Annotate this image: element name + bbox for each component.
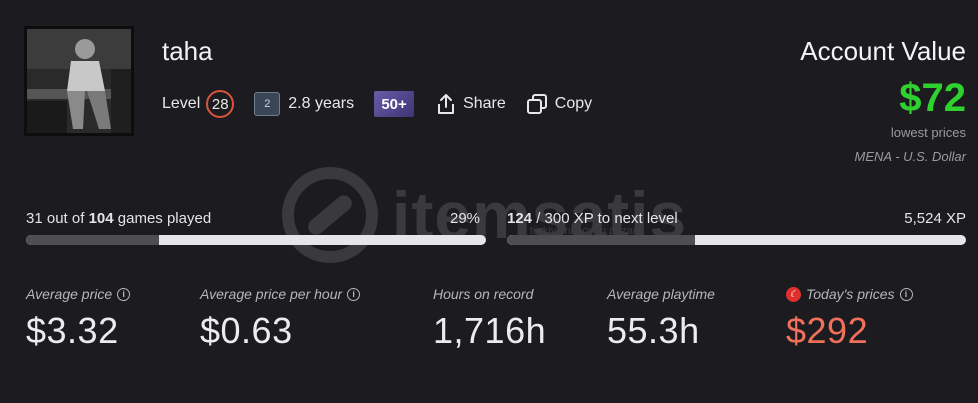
- stat-todays-prices: ☾ Today's prices i $292: [786, 286, 913, 352]
- years-text: 2.8 years: [288, 95, 355, 112]
- stat-average-price: Average price i $3.32: [26, 286, 131, 352]
- stat-average-price-per-hour: Average price per hour i $0.63: [200, 286, 361, 352]
- avatar-image: [27, 29, 131, 133]
- account-value-region: MENA - U.S. Dollar: [854, 149, 966, 164]
- share-icon: [438, 94, 455, 114]
- profile-meta: Level 28 2 2.8 years 50+ Share Copy: [162, 89, 612, 119]
- games-total: 104: [88, 210, 114, 227]
- account-value-title: Account Value: [800, 36, 966, 66]
- info-icon[interactable]: i: [347, 287, 361, 301]
- stat-value: 1,716h: [433, 310, 547, 351]
- xp-progress-fill: [507, 235, 696, 245]
- xp-current: 124: [507, 210, 533, 227]
- stat-value: $0.63: [200, 310, 293, 351]
- info-icon[interactable]: i: [899, 287, 913, 301]
- stat-label: Hours on record: [433, 286, 534, 302]
- copy-icon: [526, 94, 547, 114]
- games-owned-badge: 50+: [374, 91, 415, 117]
- avatar[interactable]: [24, 26, 134, 136]
- stat-value: $292: [786, 310, 869, 351]
- copy-button[interactable]: Copy: [526, 93, 592, 115]
- level-label: Level: [162, 95, 201, 112]
- stat-label: Average price: [26, 286, 113, 302]
- username: taha: [162, 36, 213, 66]
- copy-label: Copy: [554, 95, 593, 112]
- xp-progress-bar: [507, 235, 966, 245]
- games-progress-fill: [26, 235, 160, 245]
- stat-label: Today's prices: [806, 286, 895, 302]
- stat-value: $3.32: [26, 310, 119, 351]
- account-value-note: lowest prices: [890, 125, 966, 140]
- info-icon[interactable]: i: [117, 287, 131, 301]
- stat-label: Average price per hour: [200, 286, 343, 302]
- stat-value: 55.3h: [607, 310, 700, 351]
- stat-label: Average playtime: [607, 286, 715, 302]
- years-of-service-badge: 2: [254, 92, 281, 116]
- games-progress-bar: [26, 235, 486, 245]
- games-played-label: 31 out of 104 games played: [26, 210, 212, 227]
- share-button[interactable]: Share: [436, 93, 506, 115]
- stat-hours-on-record: Hours on record 1,716h: [433, 286, 546, 352]
- level-badge: 28: [206, 90, 235, 118]
- games-played-percent: 29%: [450, 210, 481, 227]
- turkey-flag-icon: ☾: [786, 286, 801, 302]
- watermark-logo-icon: [282, 167, 378, 263]
- share-label: Share: [463, 95, 506, 112]
- xp-total: 5,524 XP: [904, 210, 966, 227]
- stat-average-playtime: Average playtime 55.3h: [607, 286, 715, 352]
- xp-label: 124 / 300 XP to next level: [507, 210, 678, 227]
- account-value: $72: [899, 76, 966, 120]
